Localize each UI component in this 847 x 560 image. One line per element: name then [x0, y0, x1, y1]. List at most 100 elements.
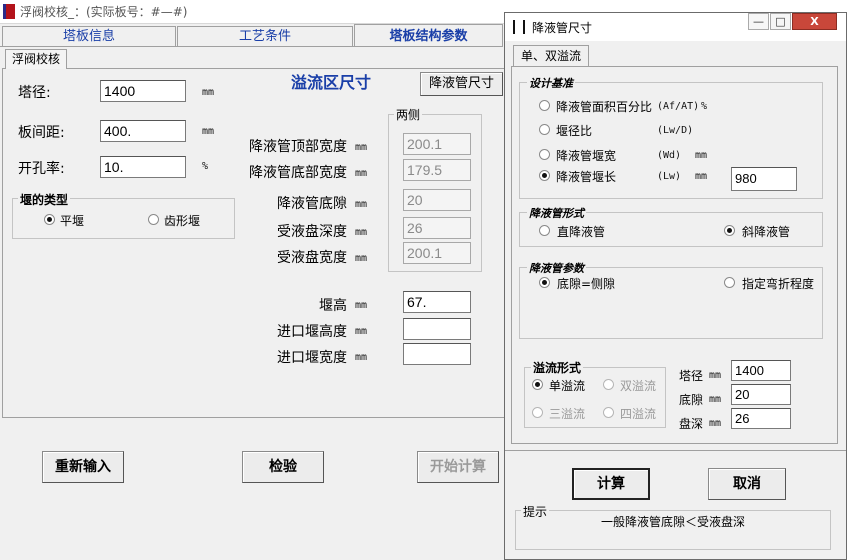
pan-width-unit: mm — [355, 253, 368, 264]
dc-weir-width-symbol: (Wd) — [657, 150, 682, 161]
straight-downcomer-radio[interactable] — [539, 225, 550, 236]
tab-process-conditions[interactable]: 工艺条件 — [177, 26, 353, 46]
tab-plate-info[interactable]: 塔板信息 — [2, 26, 176, 46]
dlg-clearance-input[interactable]: 20 — [731, 384, 791, 405]
area-percent-symbol: (Af/AT) — [657, 101, 700, 112]
check-button[interactable]: 检验 — [242, 451, 324, 483]
dialog-icon — [513, 20, 525, 34]
downcomer-size-dialog: 降液管尺寸 — □ X 单、双溢流 设计基准 降液管面积百分比 (Af/AT) … — [504, 12, 847, 560]
calculate-button[interactable]: 计算 — [572, 468, 650, 500]
pan-depth-input[interactable]: 26 — [403, 217, 471, 239]
dlg-diameter-unit: mm — [709, 370, 722, 381]
cancel-button[interactable]: 取消 — [708, 468, 786, 500]
tab-plate-structure[interactable]: 塔板结构参数 — [354, 24, 503, 47]
dc-top-width-input[interactable]: 200.1 — [403, 133, 471, 155]
double-pass-radio[interactable] — [603, 379, 614, 390]
pan-width-label: 受液盘宽度 — [277, 250, 347, 266]
triple-pass-radio[interactable] — [532, 407, 543, 418]
single-pass-label[interactable]: 单溢流 — [549, 377, 585, 394]
dc-top-width-label: 降液管顶部宽度 — [249, 139, 347, 155]
weir-diameter-ratio-label[interactable]: 堰径比 — [556, 122, 592, 139]
dc-weir-width-radio[interactable] — [539, 149, 550, 160]
dlg-pan-depth-input[interactable]: 26 — [731, 408, 791, 429]
app-icon — [3, 4, 15, 19]
pan-depth-unit: mm — [355, 227, 368, 238]
hint-text: 一般降液管底隙＜受液盘深 — [601, 515, 746, 529]
design-basis-value-input[interactable]: 980 — [731, 167, 797, 191]
spacing-unit: mm — [202, 126, 215, 137]
close-button[interactable]: X — [792, 13, 837, 30]
downcomer-form-title: 降液管形式 — [527, 205, 586, 221]
overflow-area-heading: 溢流区尺寸 — [291, 73, 372, 92]
hole-ratio-unit: % — [202, 161, 209, 172]
tab-single-double-overflow[interactable]: 单、双溢流 — [513, 45, 589, 67]
downcomer-size-button[interactable]: 降液管尺寸 — [420, 72, 503, 96]
dc-clearance-input[interactable]: 20 — [403, 189, 471, 211]
tab-strip-divider — [0, 46, 503, 47]
diameter-unit: mm — [202, 87, 215, 98]
pan-depth-label: 受液盘深度 — [277, 224, 347, 240]
dlg-clearance-unit: mm — [709, 394, 722, 405]
hole-ratio-input[interactable]: 10. — [100, 156, 186, 178]
serrated-weir-radio[interactable] — [148, 214, 159, 225]
dc-bottom-width-input[interactable]: 179.5 — [403, 159, 471, 181]
bend-degree-radio[interactable] — [724, 277, 735, 288]
weir-height-unit: mm — [355, 300, 368, 311]
bend-degree-label[interactable]: 指定弯折程度 — [742, 275, 814, 292]
straight-downcomer-label[interactable]: 直降液管 — [557, 223, 605, 240]
dlg-clearance-label: 底隙 — [679, 393, 704, 407]
diameter-label: 塔径: — [18, 85, 51, 101]
inlet-weir-height-input[interactable] — [403, 318, 471, 340]
inlet-weir-height-unit: mm — [355, 326, 368, 337]
dlg-pan-depth-unit: mm — [709, 418, 722, 429]
minimize-button[interactable]: — — [748, 13, 769, 30]
start-calc-button[interactable]: 开始计算 — [417, 451, 499, 483]
weir-height-input[interactable]: 67. — [403, 291, 471, 313]
dc-weir-width-unit: mm — [695, 150, 708, 161]
hole-ratio-label: 开孔率: — [18, 161, 65, 177]
flat-weir-radio[interactable] — [44, 214, 55, 225]
spacing-input[interactable]: 400. — [100, 120, 186, 142]
clearance-equal-radio[interactable] — [539, 277, 550, 288]
dc-weir-length-symbol: (Lw) — [657, 171, 682, 182]
flat-weir-label[interactable]: 平堰 — [60, 212, 84, 229]
overflow-form-title: 溢流形式 — [531, 359, 584, 376]
single-pass-radio[interactable] — [532, 379, 543, 390]
clearance-equal-label[interactable]: 底隙=侧隙 — [557, 275, 615, 292]
inlet-weir-width-input[interactable] — [403, 343, 471, 365]
dc-bottom-width-unit: mm — [355, 168, 368, 179]
downcomer-params-title: 降液管参数 — [527, 260, 586, 276]
window-title: 浮阀校核_：(实际板号：#—#) — [20, 5, 188, 19]
quad-pass-radio[interactable] — [603, 407, 614, 418]
dc-clearance-label: 降液管底隙 — [277, 196, 347, 212]
dc-weir-length-radio[interactable] — [539, 170, 550, 181]
sloped-downcomer-label[interactable]: 斜降液管 — [742, 223, 790, 240]
weir-diameter-ratio-radio[interactable] — [539, 124, 550, 135]
dc-weir-width-label[interactable]: 降液管堰宽 — [556, 147, 616, 164]
dlg-diameter-input[interactable]: 1400 — [731, 360, 791, 381]
tab-float-valve-check[interactable]: 浮阀校核 — [5, 49, 67, 69]
two-sides-title: 两侧 — [394, 106, 423, 123]
double-pass-label[interactable]: 双溢流 — [620, 377, 656, 394]
dialog-separator — [505, 450, 846, 451]
triple-pass-label[interactable]: 三溢流 — [549, 405, 585, 422]
diameter-input[interactable]: 1400 — [100, 80, 186, 102]
inlet-weir-height-label: 进口堰高度 — [277, 324, 347, 340]
maximize-button[interactable]: □ — [770, 13, 791, 30]
sloped-downcomer-radio[interactable] — [724, 225, 735, 236]
spacing-label: 板间距: — [18, 125, 65, 141]
weir-height-label: 堰高 — [319, 298, 347, 314]
hint-title: 提示 — [521, 503, 550, 520]
design-basis-title: 设计基准 — [527, 75, 575, 91]
area-percent-unit: % — [701, 101, 708, 112]
reset-button[interactable]: 重新输入 — [42, 451, 124, 483]
area-percent-label[interactable]: 降液管面积百分比 — [556, 98, 652, 115]
serrated-weir-label[interactable]: 齿形堰 — [164, 212, 200, 229]
dlg-pan-depth-label: 盘深 — [679, 417, 704, 431]
weir-type-title: 堰的类型 — [18, 191, 71, 208]
area-percent-radio[interactable] — [539, 100, 550, 111]
dc-weir-length-label[interactable]: 降液管堰长 — [556, 168, 616, 185]
quad-pass-label[interactable]: 四溢流 — [620, 405, 656, 422]
dialog-title: 降液管尺寸 — [532, 21, 593, 35]
pan-width-input[interactable]: 200.1 — [403, 242, 471, 264]
